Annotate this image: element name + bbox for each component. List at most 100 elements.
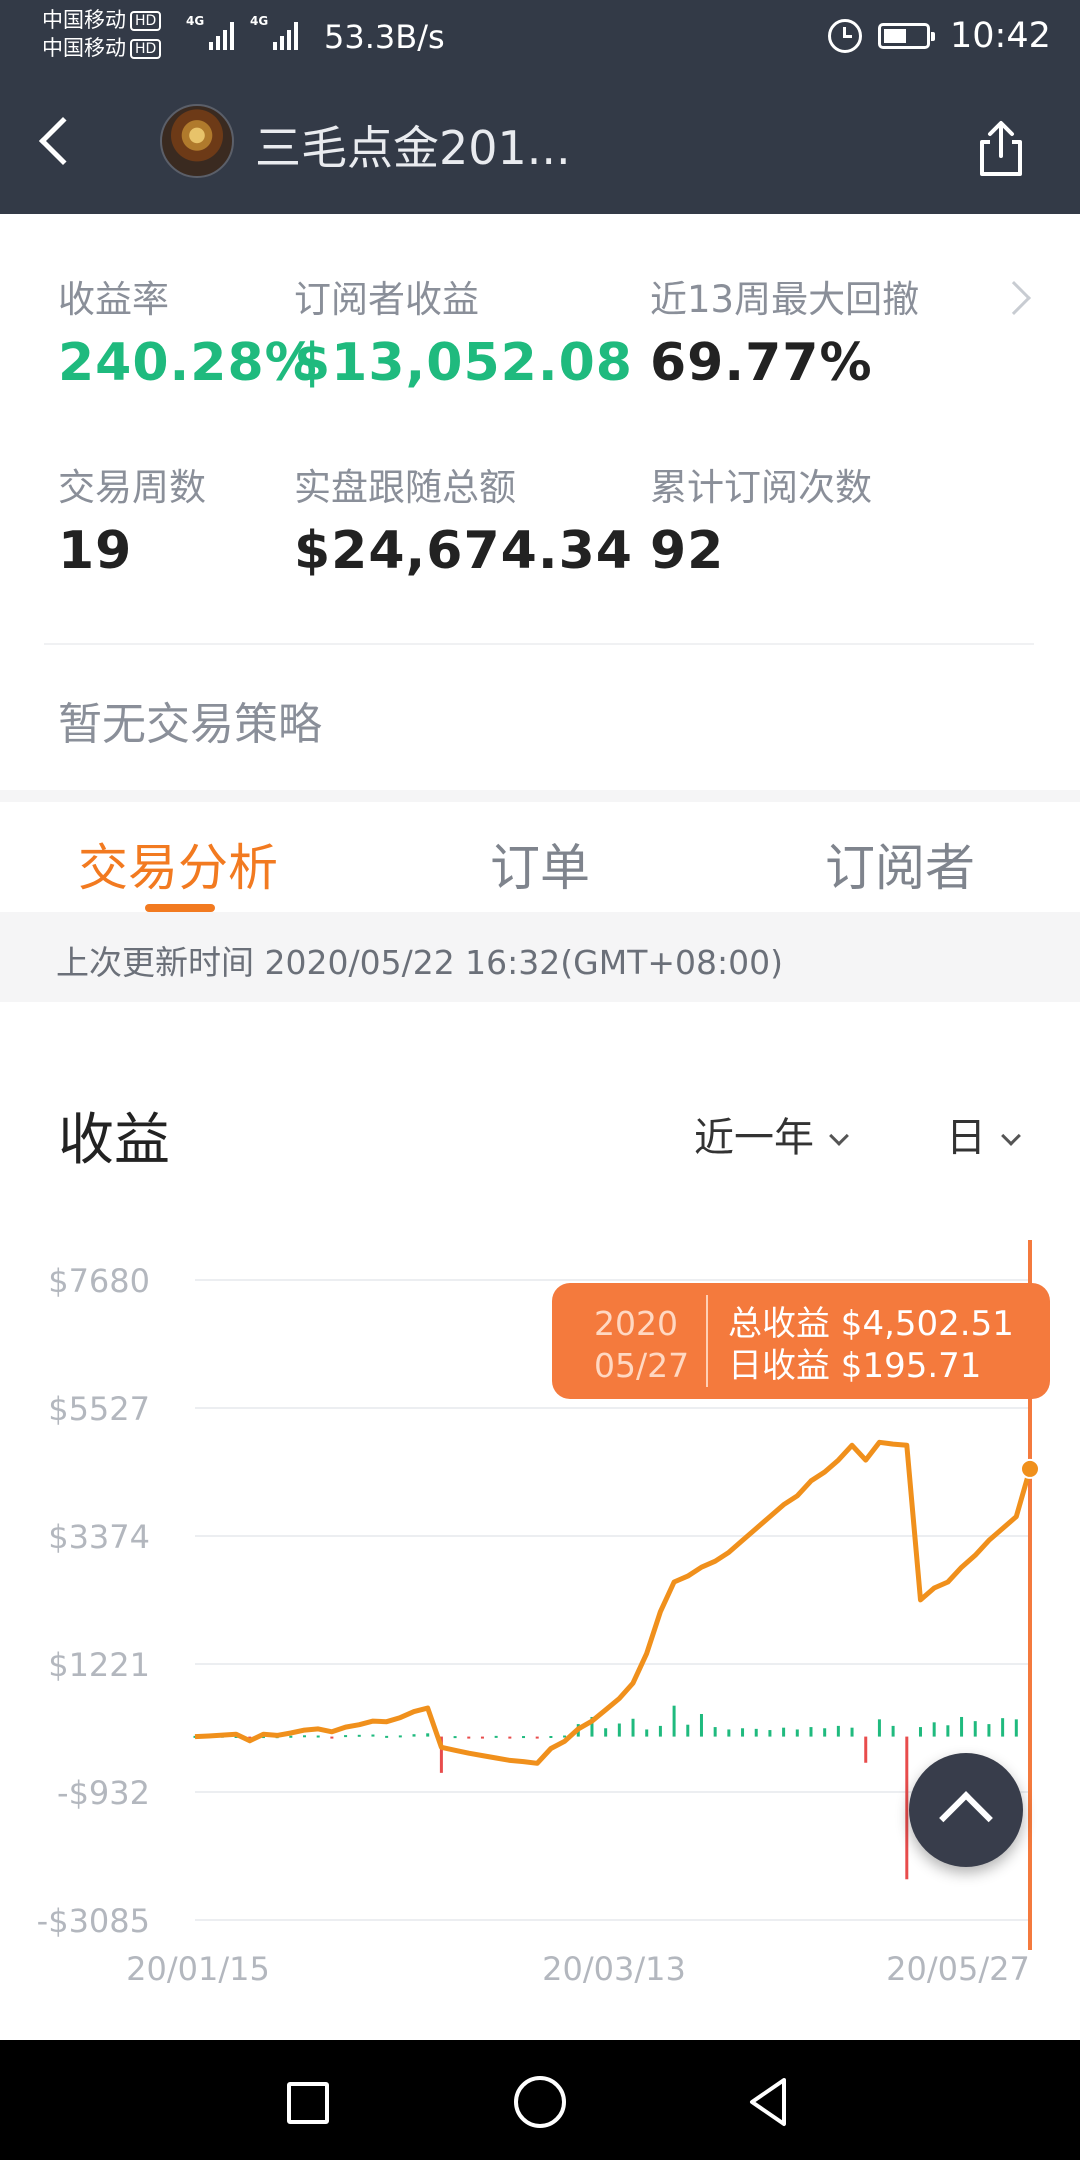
profit-chart[interactable]: $7680 $5527 $3374 $1221 -$932 -$3085 20/01/15 2… — [0, 1240, 1080, 1990]
tab-trade-analysis[interactable]: 交易分析 — [78, 828, 278, 900]
daily-bar — [1014, 1719, 1018, 1737]
share-icon[interactable] — [976, 120, 1026, 178]
daily-bar — [617, 1723, 621, 1737]
tab-subscribers[interactable]: 订阅者 — [825, 828, 975, 900]
daily-bar — [480, 1736, 484, 1739]
daily-bar — [973, 1721, 977, 1737]
chevron-down-icon — [829, 1126, 849, 1146]
daily-bar — [467, 1736, 471, 1739]
daily-bar — [877, 1719, 881, 1737]
daily-bar — [768, 1730, 772, 1737]
daily-bar — [727, 1729, 731, 1737]
period-value: 日 — [946, 1115, 986, 1161]
hd-badge: HD — [130, 39, 162, 59]
daily-bar — [960, 1716, 964, 1737]
daily-bar — [741, 1728, 745, 1737]
carrier-2: 中国移动 — [42, 36, 126, 60]
chart-tooltip: 2020 05/27 总收益 $4,502.51 日收益 $195.71 — [552, 1283, 1050, 1399]
x-tick-label: 20/05/27 — [886, 1950, 1030, 1988]
net-speed: 53.3B/s — [324, 18, 445, 56]
tooltip-daily: 日收益 $195.71 — [728, 1346, 982, 1386]
tooltip-values: 总收益 $4,502.51 日收益 $195.71 — [728, 1303, 1014, 1387]
daily-bar — [398, 1735, 402, 1738]
divider — [44, 643, 1034, 645]
strategy-text: 暂无交易策略 — [58, 699, 322, 750]
profit-line — [194, 1439, 1033, 1766]
daily-bar — [645, 1729, 649, 1737]
home-icon[interactable] — [514, 2076, 566, 2128]
period-dropdown[interactable]: 日 — [946, 1105, 1021, 1163]
daily-bar — [316, 1735, 320, 1738]
daily-bar — [1001, 1718, 1005, 1737]
daily-bar — [836, 1725, 840, 1737]
carrier-1: 中国移动 — [42, 8, 126, 32]
stat-max-drawdown: 近13周最大回撤 69.77% — [650, 278, 920, 393]
daily-bar — [522, 1736, 526, 1739]
chevron-left-icon[interactable] — [38, 116, 88, 166]
signal-icon: 4G — [250, 14, 299, 50]
daily-bar — [672, 1705, 676, 1737]
battery-icon — [878, 23, 935, 49]
daily-bar — [426, 1733, 430, 1737]
daily-bar — [289, 1735, 293, 1738]
avatar[interactable] — [160, 104, 234, 178]
daily-bar — [535, 1736, 539, 1739]
daily-bar — [699, 1713, 703, 1737]
daily-bar — [754, 1728, 758, 1737]
stat-subscription-count: 累计订阅次数 92 — [650, 466, 872, 581]
y-tick-label: -$932 — [57, 1774, 150, 1812]
stat-subscriber-profit: 订阅者收益 $13,052.08 — [294, 278, 633, 393]
page-title: 三毛点金201... — [255, 121, 571, 175]
daily-bar — [987, 1724, 991, 1737]
daily-bar — [631, 1718, 635, 1737]
daily-bar — [494, 1735, 498, 1738]
update-bar: 上次更新时间 2020/05/22 16:32(GMT+08:00) — [0, 912, 1080, 1002]
signal-icon: 4G — [186, 14, 235, 50]
daily-bar — [385, 1735, 389, 1738]
recent-apps-icon[interactable] — [287, 2082, 329, 2124]
daily-bar — [809, 1727, 813, 1737]
y-tick-label: $5527 — [48, 1390, 150, 1428]
tab-orders[interactable]: 订单 — [490, 828, 590, 900]
daily-bar — [782, 1727, 786, 1737]
carrier-info: 中国移动 HD 中国移动 HD — [42, 6, 162, 62]
hd-badge: HD — [130, 11, 162, 31]
section-title: 收益 — [58, 1108, 170, 1173]
nav-bar: 三毛点金201... — [0, 72, 1080, 214]
alarm-icon — [828, 19, 862, 53]
daily-bar — [850, 1727, 854, 1737]
section-gap — [0, 790, 1080, 802]
range-value: 近一年 — [694, 1115, 814, 1161]
status-time: 10:42 — [950, 16, 1051, 56]
daily-bar — [549, 1735, 553, 1738]
daily-bar — [864, 1736, 868, 1763]
daily-bar — [412, 1734, 416, 1737]
daily-bar — [508, 1736, 512, 1739]
daily-bar — [795, 1729, 799, 1737]
y-tick-label: $1221 — [48, 1646, 150, 1684]
y-tick-label: $3374 — [48, 1518, 150, 1556]
daily-bar — [932, 1722, 936, 1737]
stat-trade-weeks: 交易周数 19 — [58, 466, 206, 581]
tooltip-total: 总收益 $4,502.51 — [728, 1304, 1014, 1344]
status-bar: 中国移动 HD 中国移动 HD 4G 4G 53.3B/s 10:42 — [0, 0, 1080, 72]
daily-bar — [658, 1725, 662, 1737]
tooltip-divider — [706, 1295, 708, 1387]
range-dropdown[interactable]: 近一年 — [694, 1105, 849, 1163]
stat-follow-total: 实盘跟随总额 $24,674.34 — [294, 466, 633, 581]
daily-bar — [946, 1725, 950, 1737]
chevron-down-icon — [1001, 1126, 1021, 1146]
chevron-right-icon[interactable] — [997, 281, 1031, 315]
tooltip-date: 2020 05/27 — [594, 1304, 690, 1385]
daily-bar — [303, 1735, 307, 1738]
stat-return-rate: 收益率 240.28% — [58, 278, 318, 393]
y-tick-label: $7680 — [48, 1262, 150, 1300]
x-tick-label: 20/01/15 — [126, 1950, 270, 1988]
daily-bar — [453, 1736, 457, 1739]
daily-bar — [357, 1734, 361, 1737]
daily-bar — [823, 1728, 827, 1737]
update-time: 上次更新时间 2020/05/22 16:32(GMT+08:00) — [56, 943, 783, 982]
scroll-top-button[interactable] — [909, 1753, 1023, 1867]
back-icon[interactable] — [744, 2076, 796, 2128]
daily-bar — [686, 1724, 690, 1737]
